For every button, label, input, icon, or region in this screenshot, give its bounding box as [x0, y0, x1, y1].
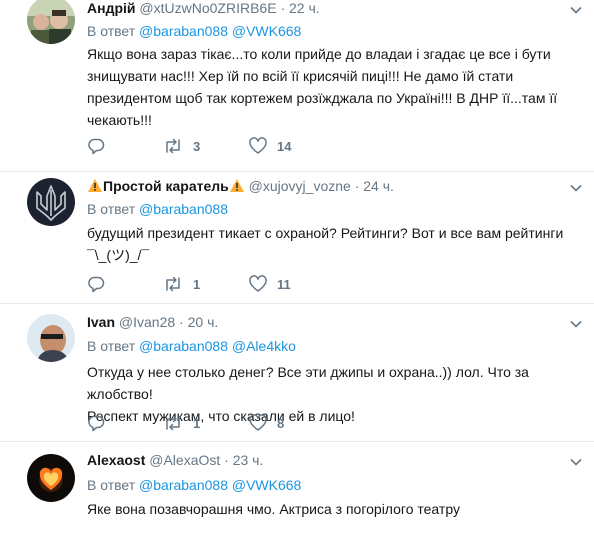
retweet-count: 1 — [193, 276, 201, 292]
reply-button[interactable] — [87, 414, 105, 432]
text-line: Откуда у нее столько денег? Все эти джип… — [87, 364, 529, 402]
reply-prefix: В ответ — [87, 338, 136, 354]
warning-icon — [229, 179, 244, 192]
text-line: чекають!!! — [87, 112, 152, 128]
mention-link[interactable]: @baraban088 — [139, 23, 228, 39]
tweet[interactable]: Андрій @xtUzwNo0ZRIRB6E · 22 ч. В ответ … — [0, 0, 594, 172]
tweet-text: Якщо вона зараз тікає...то коли прийде д… — [87, 43, 587, 131]
mention-link[interactable]: @Ale4kko — [232, 338, 296, 354]
retweet-count: 1 — [193, 415, 201, 431]
reply-prefix: В ответ — [87, 23, 136, 39]
display-name[interactable]: Alexaost — [87, 452, 145, 468]
reply-prefix: В ответ — [87, 477, 136, 493]
reply-context: В ответ @baraban088 @VWK668 — [87, 23, 301, 39]
separator-dot: · — [224, 452, 229, 468]
tweet-header: Простой каратель @xujovyj_vozne · 24 ч. — [87, 178, 394, 194]
like-count: 8 — [277, 415, 285, 431]
like-count: 11 — [277, 276, 291, 292]
like-count: 14 — [277, 138, 292, 154]
avatar[interactable] — [27, 314, 75, 362]
heart-icon — [249, 414, 267, 431]
username[interactable]: @AlexaOst — [149, 452, 220, 468]
like-button[interactable]: 8 — [249, 414, 284, 432]
mention-link[interactable]: @baraban088 — [139, 338, 228, 354]
heart-icon — [249, 137, 267, 154]
retweet-button[interactable]: 1 — [163, 414, 200, 432]
chevron-down-icon[interactable] — [570, 4, 582, 16]
separator-dot: · — [354, 178, 360, 194]
text-line: Якщо вона зараз тікає...то коли прийде д… — [87, 46, 551, 62]
tweet-header: Ivan @Ivan28 · 20 ч. — [87, 314, 218, 330]
username[interactable]: @xujovyj_vozne — [249, 178, 351, 194]
reply-context: В ответ @baraban088 — [87, 201, 228, 217]
reply-icon — [88, 415, 105, 432]
mention-link[interactable]: @baraban088 — [139, 201, 228, 217]
tweet[interactable]: Простой каратель @xujovyj_vozne · 24 ч. … — [0, 172, 594, 304]
tweet-text: будущий президент тикает с охраной? Рейт… — [87, 222, 587, 266]
tweet-text: Яке вона позавчорашня чмо. Актриса з пог… — [87, 498, 587, 520]
tweet[interactable]: Alexaost @AlexaOst · 23 ч. В ответ @bara… — [0, 442, 594, 542]
reply-button[interactable] — [87, 137, 105, 155]
retweet-icon — [166, 138, 180, 154]
mention-link[interactable]: @VWK668 — [232, 23, 301, 39]
retweet-count: 3 — [193, 138, 201, 154]
chevron-down-icon[interactable] — [570, 182, 582, 194]
text-line: президентом щоб так кортежем розїжджала … — [87, 90, 558, 106]
tweet-header: Андрій @xtUzwNo0ZRIRB6E · 22 ч. — [87, 0, 320, 16]
like-button[interactable]: 11 — [249, 275, 291, 293]
reply-icon — [88, 138, 105, 155]
text-line: будущий президент тикает с охраной? Рейт… — [87, 225, 564, 241]
timestamp[interactable]: 20 ч. — [188, 314, 219, 330]
reply-context: В ответ @baraban088 @VWK668 — [87, 477, 301, 493]
like-button[interactable]: 14 — [249, 137, 291, 155]
text-line: ¯\_(ツ)_/¯ — [87, 247, 150, 263]
retweet-icon — [166, 276, 180, 292]
display-name[interactable]: Ivan — [87, 314, 115, 330]
avatar[interactable] — [27, 0, 75, 44]
text-line: Респект мужикам, что сказали ей в лицо! — [87, 408, 355, 424]
retweet-button[interactable]: 1 — [163, 275, 200, 293]
reply-icon — [88, 276, 105, 293]
tweet-text: Откуда у нее столько денег? Все эти джип… — [87, 361, 587, 427]
timestamp[interactable]: 22 ч. — [289, 0, 320, 16]
timestamp[interactable]: 24 ч. — [363, 178, 394, 194]
text-line: Яке вона позавчорашня чмо. Актриса з пог… — [87, 501, 460, 517]
avatar[interactable] — [27, 178, 75, 226]
username[interactable]: @Ivan28 — [119, 314, 175, 330]
separator-dot: · — [179, 314, 184, 330]
display-name[interactable]: Простой каратель — [103, 178, 229, 194]
text-line: знищувати нас!!! Хер їй по всій її крися… — [87, 68, 514, 84]
display-name[interactable]: Андрій — [87, 0, 136, 16]
chevron-down-icon[interactable] — [570, 318, 582, 330]
reply-context: В ответ @baraban088 @Ale4kko — [87, 338, 296, 354]
tweet-header: Alexaost @AlexaOst · 23 ч. — [87, 452, 263, 468]
reply-prefix: В ответ — [87, 201, 136, 217]
mention-link[interactable]: @VWK668 — [232, 477, 301, 493]
retweet-icon — [166, 415, 180, 431]
chevron-down-icon[interactable] — [570, 456, 582, 468]
separator-dot: · — [280, 0, 286, 16]
avatar[interactable] — [27, 454, 75, 502]
username[interactable]: @xtUzwNo0ZRIRB6E — [139, 0, 276, 16]
retweet-button[interactable]: 3 — [163, 137, 200, 155]
reply-feed: Андрій @xtUzwNo0ZRIRB6E · 22 ч. В ответ … — [0, 0, 594, 531]
heart-icon — [249, 275, 267, 292]
warning-icon — [88, 179, 102, 192]
reply-button[interactable] — [87, 275, 105, 293]
timestamp[interactable]: 23 ч. — [233, 452, 264, 468]
mention-link[interactable]: @baraban088 — [139, 477, 228, 493]
tweet[interactable]: Ivan @Ivan28 · 20 ч. В ответ @baraban088… — [0, 304, 594, 442]
